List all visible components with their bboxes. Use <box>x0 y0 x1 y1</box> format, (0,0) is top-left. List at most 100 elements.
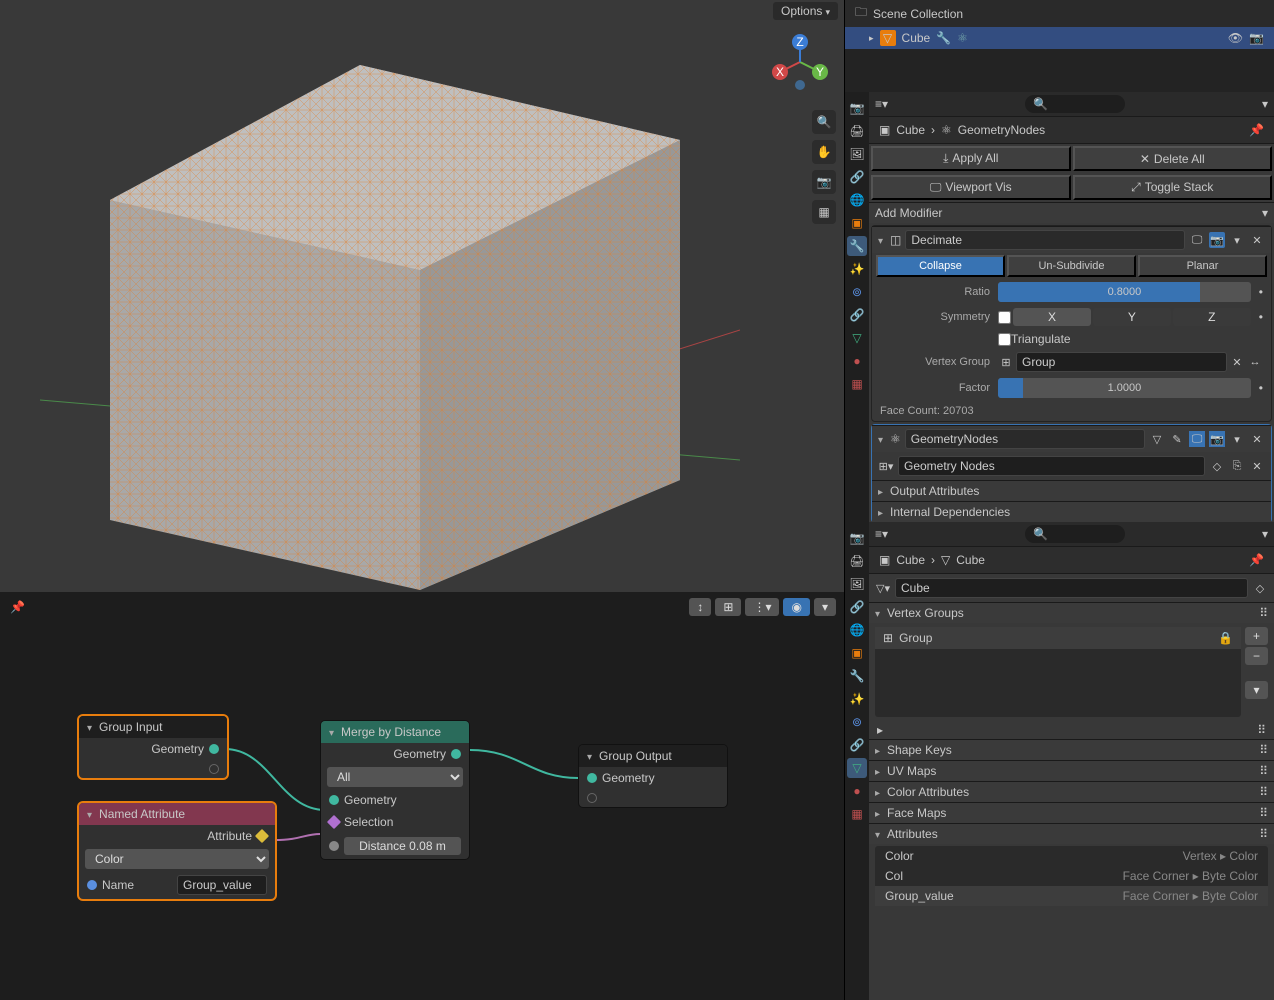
invert-icon[interactable]: ↔ <box>1247 354 1263 370</box>
node-named-attribute[interactable]: Named Attribute Attribute Color Name <box>78 802 276 900</box>
tab-particles[interactable]: ✨ <box>847 689 867 709</box>
props-menu-icon[interactable]: ≡▾ <box>875 97 888 111</box>
nodegroup-input[interactable] <box>898 456 1205 476</box>
breadcrumb-object[interactable]: Cube <box>896 553 925 567</box>
props-options-icon[interactable]: ▾ <box>1262 97 1268 111</box>
modifier-decimate-header[interactable]: ◫ 🖵 📷 ▾ ✕ <box>872 226 1271 253</box>
toggle-stack-button[interactable]: ⤢Toggle Stack <box>1073 175 1273 200</box>
node-group-input[interactable]: Group Input Geometry <box>78 715 228 779</box>
tab-planar[interactable]: Planar <box>1138 255 1267 277</box>
attribute-row[interactable]: Group_valueFace Corner ▸ Byte Color <box>875 886 1268 906</box>
shield-icon[interactable]: ◇ <box>1209 458 1225 474</box>
cage-icon[interactable]: ▽ <box>1149 431 1165 447</box>
remove-button[interactable]: − <box>1245 647 1268 665</box>
add-modifier-dropdown[interactable]: Add Modifier▾ <box>869 202 1274 223</box>
tab-modifiers[interactable]: 🔧 <box>847 236 867 256</box>
tab-output[interactable]: 🖨 <box>847 551 867 571</box>
eye-icon[interactable]: 👁 <box>1228 31 1243 45</box>
perspective-icon[interactable]: ▦ <box>812 200 836 224</box>
shield-icon[interactable]: ◇ <box>1252 580 1268 596</box>
node-header-dropdown[interactable]: ▾ <box>814 598 836 616</box>
props-menu-icon[interactable]: ≡▾ <box>875 527 888 541</box>
attributes-panel[interactable]: Attributes⠿ <box>869 823 1274 844</box>
vgroup-item[interactable]: ⊞Group 🔒 <box>875 627 1241 649</box>
attribute-row[interactable]: ColFace Corner ▸ Byte Color <box>875 866 1268 886</box>
color-attributes-panel[interactable]: Color Attributes⠿ <box>869 781 1274 802</box>
close-icon[interactable]: ✕ <box>1249 232 1265 248</box>
node-merge-by-distance[interactable]: Merge by Distance Geometry All Geometry … <box>320 720 470 860</box>
mesh-data-icon[interactable]: ▽▾ <box>875 580 891 596</box>
distance-field[interactable]: Distance 0.08 m <box>344 837 461 855</box>
props-search-input[interactable]: 🔍 <box>1025 95 1125 113</box>
edit-icon[interactable]: ✎ <box>1169 431 1185 447</box>
tab-unsubdivide[interactable]: Un-Subdivide <box>1007 255 1136 277</box>
attribute-row[interactable]: ColorVertex ▸ Color <box>875 846 1268 866</box>
modifier-dropdown-icon[interactable]: ▾ <box>1229 232 1245 248</box>
tab-texture[interactable]: ▦ <box>847 804 867 824</box>
outliner-item-cube[interactable]: Cube <box>902 31 931 45</box>
tab-view[interactable]: 🖼 <box>847 144 867 164</box>
symmetry-checkbox[interactable] <box>998 311 1011 324</box>
tab-render[interactable]: 📷 <box>847 98 867 118</box>
pan-icon[interactable]: ✋ <box>812 140 836 164</box>
tab-physics[interactable]: ⊚ <box>847 712 867 732</box>
tab-texture[interactable]: ▦ <box>847 374 867 394</box>
tab-particles[interactable]: ✨ <box>847 259 867 279</box>
pin-icon[interactable]: 📌 <box>10 600 25 614</box>
output-attributes-panel[interactable]: Output Attributes <box>872 480 1271 501</box>
render-display-icon[interactable]: 📷 <box>1209 232 1225 248</box>
camera-icon[interactable]: 📷 <box>812 170 836 194</box>
delete-all-button[interactable]: ✕Delete All <box>1073 146 1273 171</box>
tab-physics[interactable]: ⊚ <box>847 282 867 302</box>
tab-world[interactable]: 🌐 <box>847 620 867 640</box>
modifier-dropdown-icon[interactable]: ▾ <box>1229 431 1245 447</box>
navigation-gizmo[interactable]: X Y Z <box>768 30 832 94</box>
ratio-slider[interactable]: 0.8000 <box>998 282 1251 302</box>
factor-slider[interactable]: 1.0000 <box>998 378 1251 398</box>
axis-z[interactable]: Z <box>1173 308 1251 326</box>
internal-deps-panel[interactable]: Internal Dependencies <box>872 501 1271 522</box>
tab-object[interactable]: ▣ <box>847 213 867 233</box>
tab-collapse[interactable]: Collapse <box>876 255 1005 277</box>
add-button[interactable]: + <box>1245 627 1268 645</box>
tab-material[interactable]: ● <box>847 351 867 371</box>
camera-icon[interactable]: 📷 <box>1249 31 1264 45</box>
copy-icon[interactable]: ⎘ <box>1229 458 1245 474</box>
merge-mode-select[interactable]: All <box>327 767 463 787</box>
vgroup-menu-icon[interactable]: ▸ <box>877 723 883 737</box>
realtime-icon[interactable]: 🖵 <box>1189 431 1205 447</box>
tab-modifiers[interactable]: 🔧 <box>847 666 867 686</box>
props-options-icon[interactable]: ▾ <box>1262 527 1268 541</box>
tab-world[interactable]: 🌐 <box>847 190 867 210</box>
axis-y[interactable]: Y <box>1093 308 1171 326</box>
tab-constraints[interactable]: 🔗 <box>847 305 867 325</box>
apply-all-button[interactable]: ⤓Apply All <box>871 146 1071 171</box>
attr-type-select[interactable]: Color <box>85 849 269 869</box>
tab-data[interactable]: ▽ <box>847 328 867 348</box>
breadcrumb-mesh[interactable]: Cube <box>956 553 985 567</box>
render-icon[interactable]: 📷 <box>1209 431 1225 447</box>
tab-scene[interactable]: 🔗 <box>847 167 867 187</box>
tab-object[interactable]: ▣ <box>847 643 867 663</box>
props-search-input[interactable]: 🔍 <box>1025 525 1125 543</box>
node-overlay-toggle[interactable]: ◉ <box>783 598 809 616</box>
breadcrumb-modifier[interactable]: GeometryNodes <box>958 123 1045 137</box>
tab-material[interactable]: ● <box>847 781 867 801</box>
modifier-geometrynodes-header[interactable]: ⚛ ▽ ✎ 🖵 📷 ▾ ✕ <box>872 425 1271 452</box>
pin-icon[interactable]: 📌 <box>1249 553 1264 567</box>
unlink-icon[interactable]: ✕ <box>1249 458 1265 474</box>
display-icon[interactable]: 🖵 <box>1189 232 1205 248</box>
vertex-groups-panel[interactable]: Vertex Groups⠿ <box>869 602 1274 623</box>
modifier-name-input[interactable] <box>905 429 1145 449</box>
breadcrumb-object[interactable]: Cube <box>896 123 925 137</box>
vgroup-input[interactable] <box>1016 352 1227 372</box>
mesh-name-input[interactable] <box>895 578 1248 598</box>
viewport-vis-button[interactable]: 🖵Viewport Vis <box>871 175 1071 200</box>
tab-view[interactable]: 🖼 <box>847 574 867 594</box>
tab-constraints[interactable]: 🔗 <box>847 735 867 755</box>
attr-name-input[interactable] <box>177 875 267 895</box>
uv-maps-panel[interactable]: UV Maps⠿ <box>869 760 1274 781</box>
node-group-output[interactable]: Group Output Geometry <box>578 744 728 808</box>
tab-output[interactable]: 🖨 <box>847 121 867 141</box>
viewport-options-dropdown[interactable]: Options ▾ <box>773 2 838 20</box>
